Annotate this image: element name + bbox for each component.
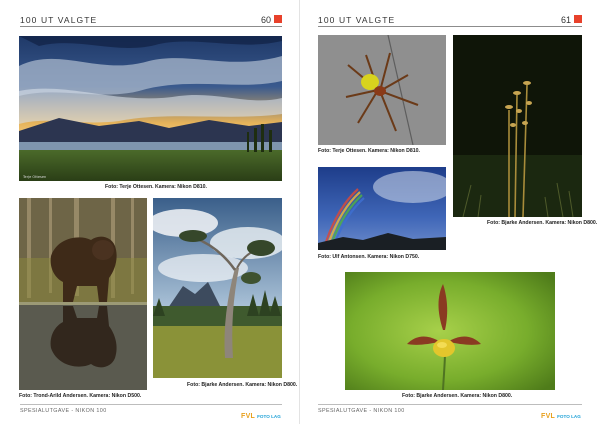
- caption-rainbow-photo: Foto: Ulf Antonsen. Kamera: Nikon D750.: [318, 254, 420, 260]
- left-page: 100 UT VALGTE 60 Terje Ottesen Foto: Ter…: [0, 0, 300, 424]
- page-header-title: 100 UT VALGTE: [318, 15, 396, 25]
- photo-bear: [19, 198, 147, 390]
- footer-text: SPESIALUTGAVE - NIKON 100: [20, 408, 107, 414]
- right-page: 100 UT VALGTE 61 Foto: Terje Ottesen. Ka…: [300, 0, 600, 424]
- logo-sub-text: FOTO LAG: [557, 414, 581, 419]
- accent-square-icon: [274, 15, 282, 23]
- footer-text: SPESIALUTGAVE - NIKON 100: [318, 408, 405, 414]
- caption-tree-photo: Foto: Bjarke Andersen. Kamera: Nikon D80…: [187, 382, 298, 388]
- publisher-logo: FVL FOTO LAG: [241, 405, 281, 420]
- caption-sky-photo: Foto: Terje Ottesen. Kamera: Nikon D810.: [105, 184, 207, 190]
- page-number: 60: [261, 15, 272, 25]
- watermark-text: Terje Ottesen: [22, 175, 46, 179]
- photo-orchid: [453, 35, 582, 217]
- caption-bear-photo: Foto: Trond-Arild Andersen. Kamera: Niko…: [19, 393, 142, 399]
- logo-sub-text: FOTO LAG: [257, 414, 281, 419]
- caption-flower-photo: Foto: Bjarke Andersen. Kamera: Nikon D80…: [402, 393, 513, 399]
- caption-orchid-photo: Foto: Bjarke Andersen. Kamera: Nikon D80…: [487, 220, 598, 226]
- accent-square-icon: [574, 15, 582, 23]
- photo-spider: [318, 35, 446, 145]
- page-header-title: 100 UT VALGTE: [20, 15, 98, 25]
- page-number: 61: [561, 15, 572, 25]
- caption-spider-photo: Foto: Terje Ottesen. Kamera: Nikon D810.: [318, 148, 420, 154]
- photo-sky-landscape: Terje Ottesen: [19, 36, 282, 181]
- photo-rainbow: [318, 167, 446, 250]
- logo-main-text: FVL: [541, 413, 556, 420]
- photo-tree: [153, 198, 282, 378]
- photo-flower: [345, 272, 555, 390]
- publisher-logo: FVL FOTO LAG: [541, 405, 581, 420]
- logo-main-text: FVL: [241, 413, 256, 420]
- header-rule: [318, 26, 582, 27]
- header-rule: [20, 26, 282, 27]
